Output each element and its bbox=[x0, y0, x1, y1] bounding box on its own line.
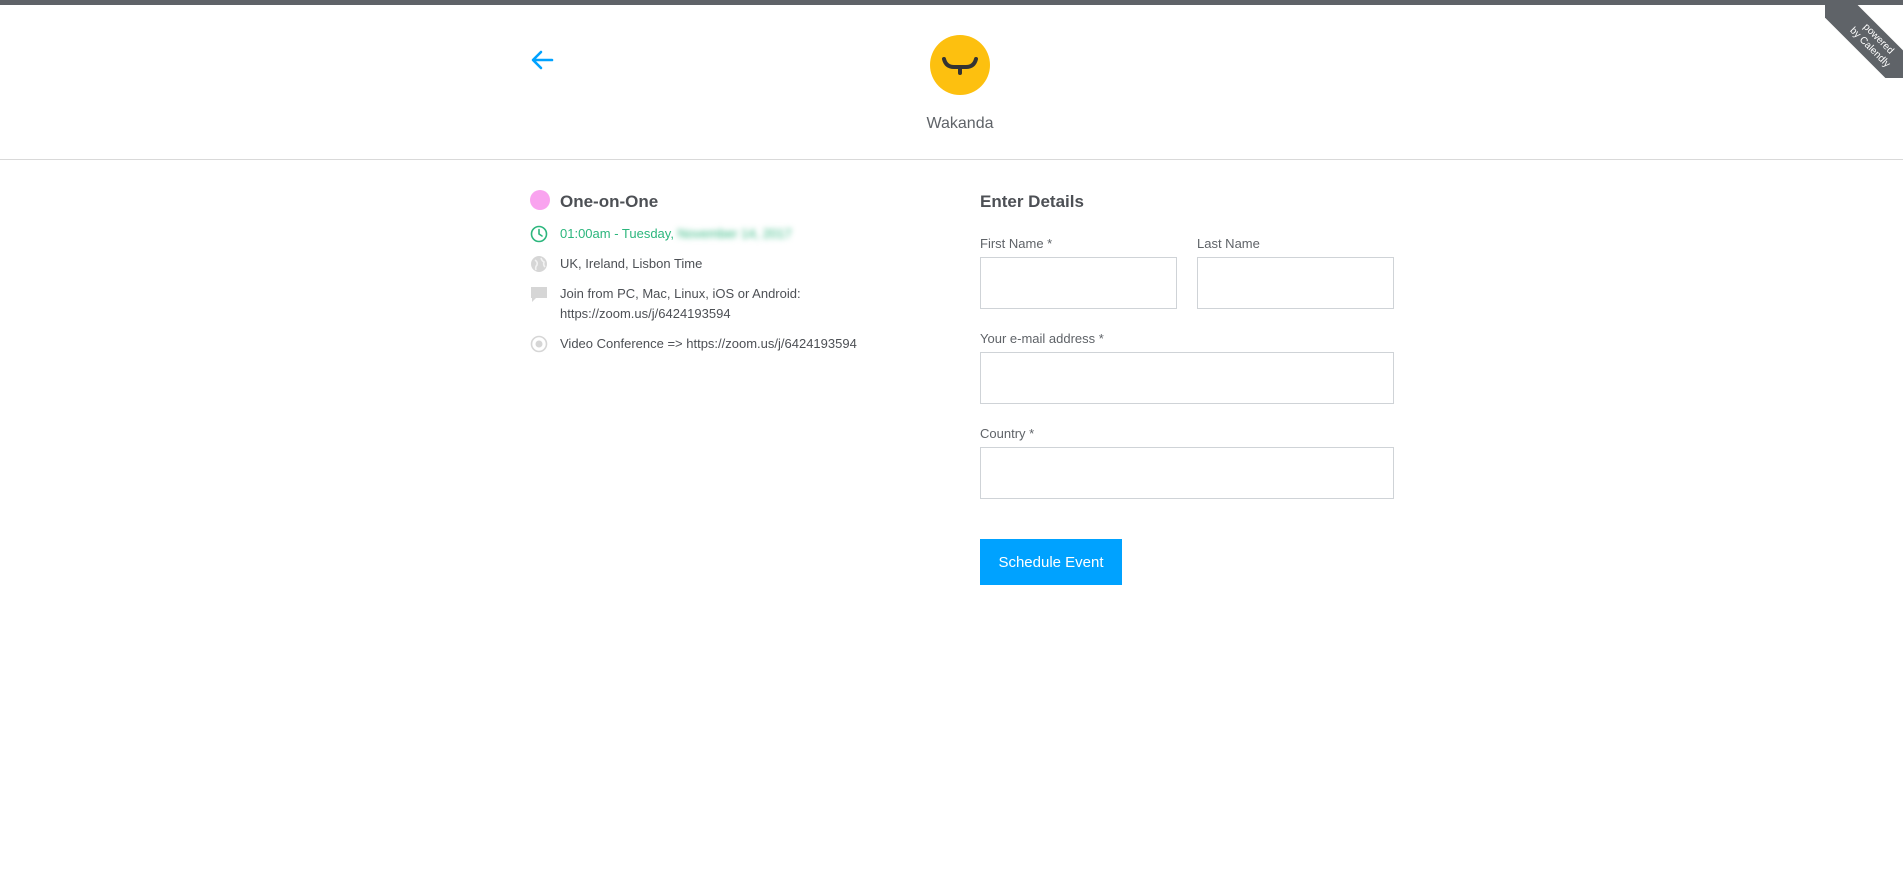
arrow-left-icon bbox=[531, 50, 554, 70]
wakanda-logo-icon bbox=[942, 57, 978, 75]
page-header: Wakanda bbox=[0, 5, 1903, 160]
last-name-input[interactable] bbox=[1197, 257, 1394, 309]
org-logo bbox=[930, 35, 990, 95]
country-input[interactable] bbox=[980, 447, 1394, 499]
event-color-dot bbox=[530, 190, 550, 210]
org-name: Wakanda bbox=[926, 115, 994, 132]
event-date-blurred: November 14, 2017 bbox=[677, 226, 792, 241]
country-label: Country * bbox=[980, 426, 1035, 441]
location-icon bbox=[530, 335, 548, 353]
back-button[interactable] bbox=[527, 45, 557, 75]
last-name-label: Last Name bbox=[1197, 236, 1260, 251]
email-input[interactable] bbox=[980, 352, 1394, 404]
event-title: One-on-One bbox=[560, 192, 659, 211]
event-timezone: UK, Ireland, Lisbon Time bbox=[560, 256, 703, 271]
event-location: Video Conference => https://zoom.us/j/64… bbox=[560, 336, 857, 351]
event-join-text: Join from PC, Mac, Linux, iOS or Android… bbox=[560, 286, 801, 301]
comment-icon bbox=[530, 285, 548, 303]
event-join-link[interactable]: https://zoom.us/j/6424193594 bbox=[560, 304, 910, 324]
event-time: 01:00am - Tuesday, bbox=[560, 226, 678, 241]
form-title: Enter Details bbox=[980, 192, 1084, 211]
email-label: Your e-mail address * bbox=[980, 331, 1104, 346]
clock-icon bbox=[530, 225, 548, 243]
first-name-input[interactable] bbox=[980, 257, 1177, 309]
first-name-label: First Name * bbox=[980, 236, 1053, 251]
schedule-event-button[interactable]: Schedule Event bbox=[980, 539, 1122, 585]
globe-icon bbox=[530, 255, 548, 273]
